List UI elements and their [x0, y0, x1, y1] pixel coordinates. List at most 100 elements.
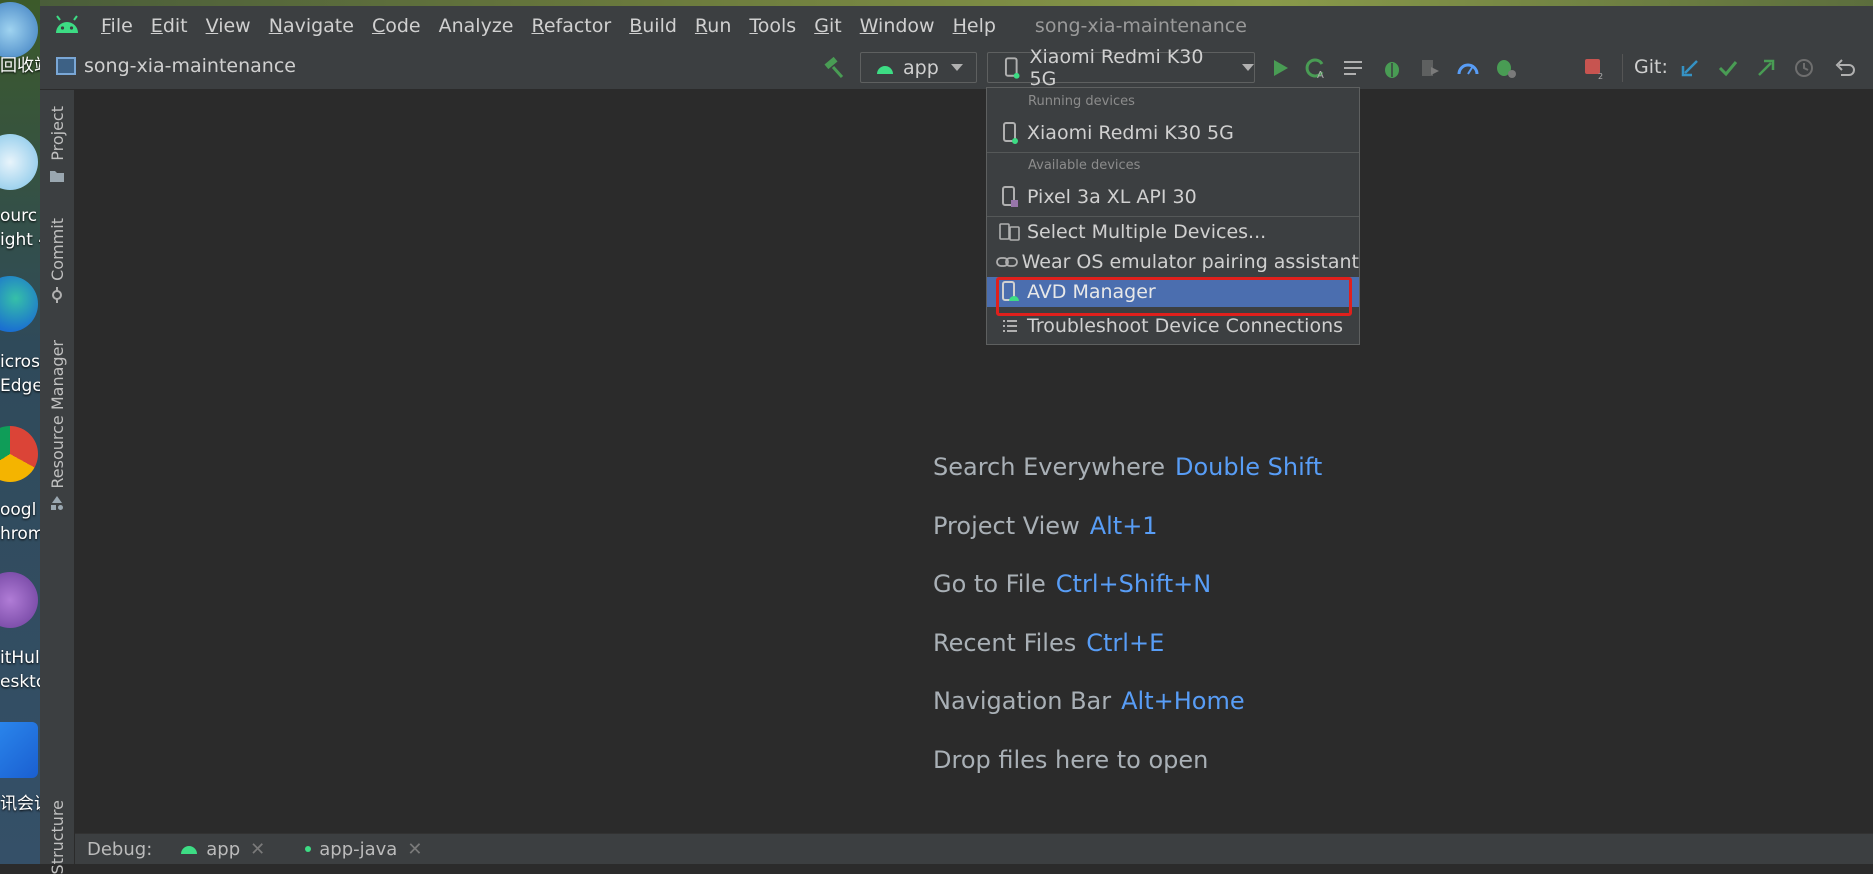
menu-item[interactable]: Refactor [531, 15, 611, 37]
menu-item[interactable]: File [101, 15, 133, 37]
editor-area: Search Everywhere Double Shift Project Vi… [75, 90, 1873, 834]
resource-manager-icon [51, 495, 63, 510]
menu-item[interactable]: Run [695, 15, 731, 37]
device-item-xiaomi[interactable]: Xiaomi Redmi K30 5G [987, 118, 1359, 148]
close-icon[interactable]: ✕ [407, 839, 422, 860]
gauge-icon [1457, 63, 1479, 75]
menu-item[interactable]: Code [372, 15, 421, 37]
stop-button[interactable]: 2 [1580, 54, 1608, 82]
menu-mnemonic: N [268, 15, 283, 37]
git-history-button[interactable] [1792, 54, 1816, 82]
recycle-bin-icon[interactable] [0, 2, 38, 58]
multiple-devices-icon [999, 223, 1020, 241]
menu-mnemonic: V [205, 15, 219, 37]
hint-shortcut: Double Shift [1175, 453, 1323, 481]
desktop-label: Edge [0, 376, 40, 396]
status-dot-icon [305, 846, 312, 852]
menu-item[interactable]: View [206, 15, 251, 37]
menu-label: ile [110, 15, 133, 37]
device-combo[interactable]: Xiaomi Redmi K30 5G [987, 46, 1255, 90]
project-folder-icon [56, 57, 76, 75]
menu-item[interactable]: Window [860, 15, 935, 37]
device-item-pixel[interactable]: Pixel 3a XL API 30 [987, 182, 1359, 212]
chrome-icon[interactable] [0, 426, 38, 482]
device-item-label: Xiaomi Redmi K30 5G [1027, 122, 1234, 144]
git-commit-button[interactable] [1716, 54, 1740, 82]
menu-item[interactable]: Analyze [439, 15, 514, 37]
android-icon [181, 846, 198, 854]
close-icon[interactable]: ✕ [250, 839, 265, 860]
hint-project-view: Project View Alt+1 [933, 512, 1158, 540]
device-label: Xiaomi Redmi K30 5G [1029, 45, 1204, 90]
logcat-button[interactable] [1340, 54, 1368, 82]
menu-item-label: Select Multiple Devices... [1027, 221, 1267, 243]
select-multiple-devices-item[interactable]: Select Multiple Devices... [987, 217, 1359, 247]
run-config-label: app [903, 56, 939, 79]
debug-coverage-button[interactable] [1492, 54, 1520, 82]
ide-window: File Edit View Navigate Code Analyze Refactor B… [40, 6, 1873, 874]
left-tool-bar: Project Commit Resource Manager Structur… [40, 90, 75, 874]
menu-item[interactable]: Tools [749, 15, 796, 37]
android-icon [877, 65, 893, 74]
desktop-label: ight 4 [0, 230, 40, 250]
git-update-button[interactable] [1678, 54, 1702, 82]
tab-structure-label: Structure [47, 800, 67, 874]
debug-tool-bar: Debug: app ✕ app-java ✕ [75, 833, 1873, 864]
menu-item[interactable]: Edit [151, 15, 188, 37]
apply-changes-icon: A [1305, 58, 1324, 80]
menu-label: ode [385, 15, 421, 37]
tab-resource-manager-label: Resource Manager [47, 340, 67, 489]
profiler-button[interactable] [1454, 54, 1482, 82]
list-icon [1003, 320, 1017, 332]
menu-item[interactable]: Navigate [269, 15, 354, 37]
menu-item[interactable]: Git [814, 15, 841, 37]
tab-structure[interactable]: Structure [40, 800, 74, 874]
menu-mnemonic: R [531, 15, 544, 37]
undo-icon [1835, 59, 1855, 76]
edge-icon[interactable] [0, 276, 38, 332]
tab-commit-label: Commit [47, 218, 67, 281]
menu-item[interactable]: Build [629, 15, 677, 37]
make-project-button[interactable] [820, 54, 848, 82]
menu-mnemonic: T [749, 15, 758, 37]
git-rollback-button[interactable] [1832, 54, 1856, 82]
hint-label: Search Everywhere [933, 453, 1165, 481]
sourcelight-icon[interactable] [0, 134, 38, 190]
debug-button[interactable] [1378, 54, 1406, 82]
tencent-meeting-icon[interactable] [0, 722, 38, 778]
clock-icon [1795, 59, 1813, 77]
tab-resource-manager[interactable]: Resource Manager [40, 340, 74, 511]
desktop-strip: 回收站 ourc ight 4 icroso Edge oogl hrom it… [0, 0, 40, 864]
wear-os-pairing-item[interactable]: Wear OS emulator pairing assistant [987, 247, 1359, 277]
hint-shortcut: Ctrl+E [1086, 629, 1165, 657]
hint-shortcut: Alt+1 [1089, 512, 1158, 540]
hint-label: Drop files here to open [933, 746, 1209, 774]
hint-drop-files: Drop files here to open [933, 746, 1208, 774]
attach-debugger-button[interactable] [1416, 54, 1444, 82]
window-title: song-xia-maintenance [1034, 15, 1247, 37]
desktop-label: oogl [0, 500, 37, 520]
menu-label: Analyze [438, 15, 514, 37]
apply-changes-button[interactable]: A [1302, 54, 1330, 82]
available-devices-header: Available devices [1028, 158, 1141, 173]
hint-label: Go to File [933, 570, 1046, 598]
menu-label: iew [218, 15, 251, 37]
tab-project[interactable]: Project [40, 106, 74, 183]
menu-item[interactable]: Help [953, 15, 996, 37]
github-desktop-icon[interactable] [0, 572, 38, 628]
menu-label: indow [878, 15, 935, 37]
git-push-button[interactable] [1754, 54, 1778, 82]
project-name: song-xia-maintenance [84, 55, 296, 77]
hint-search-everywhere: Search Everywhere Double Shift [933, 453, 1322, 481]
tab-commit[interactable]: Commit [40, 218, 74, 303]
hint-label: Navigation Bar [933, 687, 1112, 715]
menu-label: un [707, 15, 732, 37]
debug-tab-app-java[interactable]: app-java [319, 839, 397, 860]
desktop-label: eskto [0, 672, 40, 692]
list-icon [1344, 61, 1362, 75]
run-config-combo[interactable]: app [860, 52, 977, 83]
debug-tab-app[interactable]: app [206, 839, 240, 860]
menu-item-label: Wear OS emulator pairing assistant [1021, 251, 1359, 273]
project-breadcrumb[interactable]: song-xia-maintenance [56, 55, 296, 77]
run-button[interactable] [1266, 54, 1294, 82]
